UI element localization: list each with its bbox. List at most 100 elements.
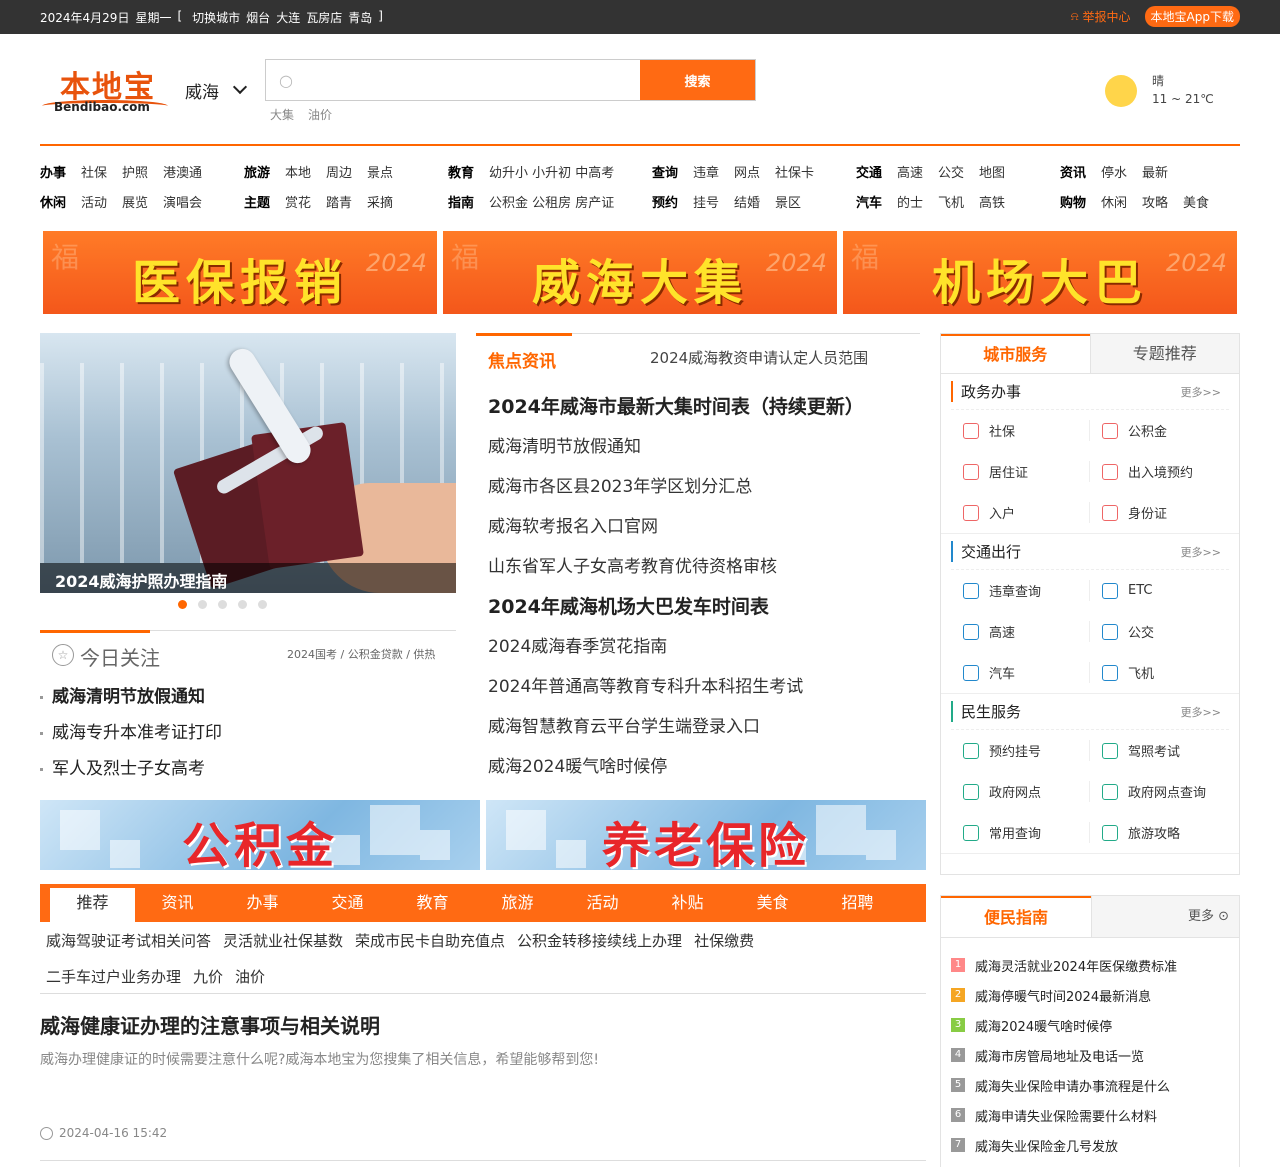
- nav-link[interactable]: 社保: [81, 162, 107, 181]
- nav-link[interactable]: 结婚: [734, 192, 760, 211]
- hot-word-1[interactable]: 油价: [308, 106, 332, 123]
- service-more-link[interactable]: 更多>>: [1181, 704, 1221, 720]
- keyword-link[interactable]: 荣成市民卡自助充值点: [355, 926, 505, 962]
- guide-item[interactable]: 5 威海失业保险申请办事流程是什么: [951, 1070, 1229, 1100]
- news-item[interactable]: 2024威海春季赏花指南: [488, 627, 864, 667]
- guide-item[interactable]: 1 威海灵活就业2024年医保缴费标准: [951, 950, 1229, 980]
- category-tab[interactable]: 补贴: [645, 884, 730, 922]
- nav-link[interactable]: 景点: [367, 162, 393, 181]
- news-item[interactable]: 威海2024暖气啥时候停: [488, 747, 864, 787]
- news-item[interactable]: 威海软考报名入口官网: [488, 507, 864, 547]
- service-item[interactable]: 公积金: [1090, 410, 1229, 451]
- guide-item[interactable]: 6 威海申请失业保险需要什么材料: [951, 1100, 1229, 1130]
- service-item[interactable]: 身份证: [1090, 492, 1229, 533]
- focus-item[interactable]: 军人及烈士子女高考: [40, 756, 222, 792]
- service-item[interactable]: 社保: [951, 420, 1090, 441]
- slider-dot[interactable]: [258, 600, 267, 609]
- nav-link[interactable]: 演唱会: [163, 192, 202, 211]
- focus-tags[interactable]: 2024国考 / 公积金贷款 / 供热: [287, 646, 456, 662]
- service-item[interactable]: 入户: [951, 502, 1090, 523]
- nav-link[interactable]: 高铁: [979, 192, 1005, 211]
- city-link-2[interactable]: 瓦房店: [306, 9, 342, 26]
- service-item[interactable]: 旅游攻略: [1090, 812, 1229, 853]
- search-input[interactable]: [306, 60, 640, 100]
- nav-link[interactable]: 护照: [122, 162, 148, 181]
- category-tab[interactable]: 招聘: [815, 884, 900, 922]
- article-title[interactable]: 威海健康证办理的注意事项与相关说明: [40, 1010, 926, 1039]
- nav-link[interactable]: 最新: [1142, 162, 1168, 181]
- nav-link[interactable]: 挂号: [693, 192, 719, 211]
- nav-link[interactable]: 踏青: [326, 192, 352, 211]
- focus-item[interactable]: 威海清明节放假通知: [40, 684, 222, 720]
- nav-link[interactable]: 港澳通: [163, 162, 202, 181]
- nav-link[interactable]: 采摘: [367, 192, 393, 211]
- nav-link[interactable]: 赏花: [285, 192, 311, 211]
- news-item[interactable]: 威海市各区县2023年学区划分汇总: [488, 467, 864, 507]
- tab-city-services[interactable]: 城市服务: [941, 334, 1090, 373]
- nav-link[interactable]: 高速: [897, 162, 923, 181]
- category-tab[interactable]: 办事: [220, 884, 305, 922]
- nav-link[interactable]: 活动: [81, 192, 107, 211]
- category-tab[interactable]: 交通: [305, 884, 390, 922]
- category-tab[interactable]: 美食: [730, 884, 815, 922]
- secondary-banner[interactable]: 公积金: [40, 800, 480, 870]
- service-item[interactable]: ETC: [1090, 570, 1229, 611]
- news-item[interactable]: 2024年威海市最新大集时间表（持续更新）: [488, 387, 864, 427]
- keyword-link[interactable]: 二手车过户业务办理: [46, 962, 181, 998]
- hot-word-0[interactable]: 大集: [270, 106, 294, 123]
- news-item[interactable]: 威海清明节放假通知: [488, 427, 864, 467]
- switch-city-link[interactable]: 切换城市: [192, 9, 240, 26]
- guide-title[interactable]: 便民指南: [941, 896, 1091, 937]
- keyword-link[interactable]: 威海驾驶证考试相关问答: [46, 926, 211, 962]
- tab-topic-recommend[interactable]: 专题推荐: [1089, 334, 1239, 373]
- nav-link[interactable]: 幼升小 小升初 中高考: [489, 162, 614, 181]
- city-link-0[interactable]: 烟台: [246, 9, 270, 26]
- nav-link[interactable]: 展览: [122, 192, 148, 211]
- news-item[interactable]: 2024年普通高等教育专科升本科招生考试: [488, 667, 864, 707]
- nav-link[interactable]: 攻略: [1142, 192, 1168, 211]
- search-button[interactable]: 搜索: [640, 60, 755, 100]
- current-city[interactable]: 威海: [185, 78, 219, 103]
- nav-link[interactable]: 本地: [285, 162, 311, 181]
- category-tab[interactable]: 教育: [390, 884, 475, 922]
- nav-link[interactable]: 社保卡: [775, 162, 814, 181]
- guide-item[interactable]: 3 威海2024暖气啥时候停: [951, 1010, 1229, 1040]
- nav-link[interactable]: 飞机: [938, 192, 964, 211]
- keyword-link[interactable]: 公积金转移接续线上办理: [517, 926, 682, 962]
- service-item[interactable]: 驾照考试: [1090, 730, 1229, 771]
- site-logo[interactable]: 本地宝 Bendibao.com: [40, 62, 170, 117]
- nav-link[interactable]: 的士: [897, 192, 923, 211]
- slider-dot[interactable]: [178, 600, 187, 609]
- category-tab[interactable]: 活动: [560, 884, 645, 922]
- slider-caption[interactable]: 2024威海护照办理指南: [40, 563, 456, 593]
- slider-dot[interactable]: [218, 600, 227, 609]
- guide-item[interactable]: 7 威海失业保险金几号发放: [951, 1130, 1229, 1160]
- guide-more-link[interactable]: 更多 ⊙: [1091, 896, 1239, 937]
- report-center-link[interactable]: ⍾ 举报中心: [1071, 8, 1131, 25]
- service-item[interactable]: 常用查询: [951, 822, 1090, 843]
- guide-item[interactable]: 2 威海停暖气时间2024最新消息: [951, 980, 1229, 1010]
- news-item[interactable]: 2024年威海机场大巴发车时间表: [488, 587, 864, 627]
- service-item[interactable]: 高速: [951, 621, 1090, 642]
- promo-banner[interactable]: 福威海大集 2024: [443, 231, 837, 314]
- slider-dot[interactable]: [238, 600, 247, 609]
- nav-link[interactable]: 美食: [1183, 192, 1209, 211]
- nav-link[interactable]: 休闲: [1101, 192, 1127, 211]
- keyword-link[interactable]: 社保缴费: [694, 926, 754, 962]
- nav-link[interactable]: 违章: [693, 162, 719, 181]
- service-more-link[interactable]: 更多>>: [1181, 544, 1221, 560]
- nav-link[interactable]: 公积金 公租房 房产证: [489, 192, 614, 211]
- app-download-button[interactable]: 本地宝App下载: [1144, 6, 1240, 27]
- news-sub-link[interactable]: 2024威海教资申请认定人员范围: [650, 347, 868, 368]
- image-slider[interactable]: 2024威海护照办理指南: [40, 333, 456, 593]
- service-item[interactable]: 政府网点: [951, 781, 1090, 802]
- service-item[interactable]: 出入境预约: [1090, 451, 1229, 492]
- category-tab[interactable]: 推荐: [50, 888, 135, 922]
- secondary-banner[interactable]: 养老保险: [486, 800, 926, 870]
- keyword-link[interactable]: 九价: [193, 962, 223, 998]
- news-item[interactable]: 山东省军人子女高考教育优待资格审核: [488, 547, 864, 587]
- slider-dot[interactable]: [198, 600, 207, 609]
- service-more-link[interactable]: 更多>>: [1181, 384, 1221, 400]
- nav-link[interactable]: 景区: [775, 192, 801, 211]
- city-link-3[interactable]: 青岛: [348, 9, 372, 26]
